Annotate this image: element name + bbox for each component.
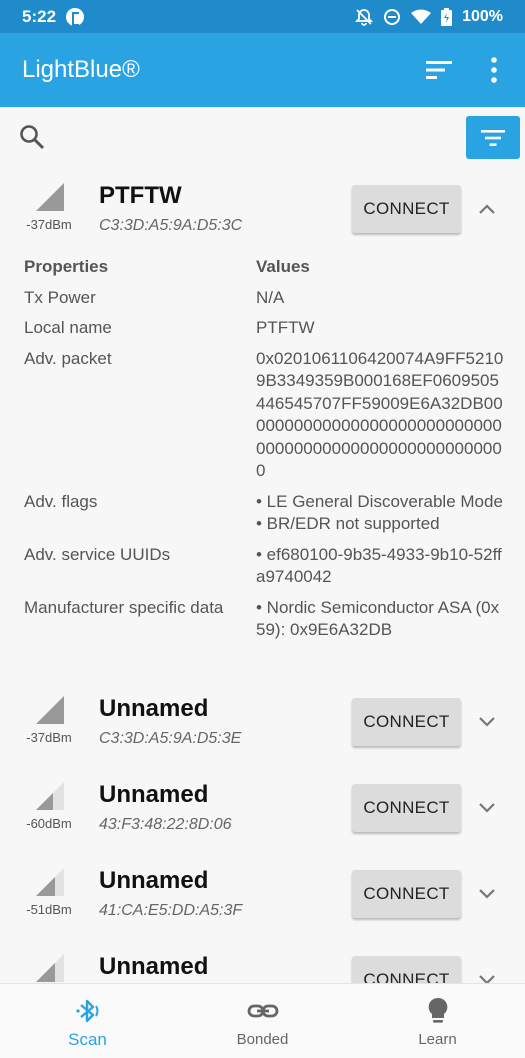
nav-scan-label: Scan <box>68 1030 107 1049</box>
device-name: Unnamed <box>99 695 209 722</box>
nav-learn[interactable]: Learn <box>350 984 525 1058</box>
property-value: N/A <box>256 287 285 307</box>
dnd-bell-off-icon <box>355 8 374 26</box>
more-options-icon[interactable] <box>482 55 506 85</box>
bottom-navigation: Scan Bonded Learn <box>0 983 525 1058</box>
device-name: PTFTW <box>99 182 182 209</box>
property-key: Local name <box>24 318 112 337</box>
property-value: PTFTW <box>256 318 315 337</box>
battery-icon <box>441 7 453 26</box>
search-row <box>0 107 525 169</box>
notification-app-icon <box>66 7 85 26</box>
connect-button[interactable]: CONNECT <box>352 698 461 746</box>
device-name: Unnamed <box>99 953 209 980</box>
nav-learn-label: Learn <box>418 1031 457 1048</box>
chevron-down-icon[interactable] <box>477 973 497 983</box>
property-key: Adv. flags <box>24 491 98 511</box>
property-row-service-uuids: Adv. service UUIDs • ef680100-9b35-4933-… <box>24 544 514 589</box>
property-row-tx-power: Tx Power N/A <box>24 287 514 310</box>
property-value: • ef680100-9b35-4933-9b10-52ffa9740042 <box>256 544 502 587</box>
app-bar: LightBlue® <box>0 33 525 107</box>
wifi-icon <box>411 9 432 24</box>
device-card: Unnamed CONNECT <box>0 940 525 983</box>
device-card: -51dBm Unnamed 41:CA:E5:DD:A5:3F CONNECT <box>0 854 525 940</box>
nav-scan[interactable]: Scan <box>0 984 175 1058</box>
nav-bonded[interactable]: Bonded <box>175 984 350 1058</box>
property-row-local-name: Local name PTFTW <box>24 317 514 340</box>
status-time: 5:22 <box>22 6 57 26</box>
dnd-minus-circle-icon <box>384 8 401 25</box>
property-key: Adv. packet <box>24 348 112 368</box>
connect-button[interactable]: CONNECT <box>352 870 461 918</box>
device-card: -60dBm Unnamed 43:F3:48:22:8D:06 CONNECT <box>0 768 525 854</box>
device-name: Unnamed <box>99 867 209 894</box>
status-icons: 100% <box>355 7 503 26</box>
signal-strength-icon <box>36 183 64 211</box>
app-title: LightBlue® <box>22 56 140 83</box>
property-value: • Nordic Semiconductor ASA (0x59): 0x9E6… <box>256 597 500 640</box>
property-row-adv-packet: Adv. packet 0x0201061106420074A9FF52109B… <box>24 348 514 483</box>
device-address: 41:CA:E5:DD:A5:3F <box>99 902 243 919</box>
properties-header: Properties Values <box>24 256 514 279</box>
link-icon <box>247 1004 278 1018</box>
chevron-down-icon[interactable] <box>477 887 497 901</box>
signal-strength-icon <box>36 954 64 982</box>
connect-button[interactable]: CONNECT <box>352 956 461 983</box>
signal-strength-icon <box>36 868 64 896</box>
property-key: Adv. service UUIDs <box>24 544 171 564</box>
property-key: Manufacturer specific data <box>24 597 224 617</box>
property-row-adv-flags: Adv. flags • LE General Discoverable Mod… <box>24 491 514 536</box>
search-icon[interactable] <box>18 123 46 151</box>
status-bar: 5:22 100% <box>0 0 525 33</box>
property-value: • LE General Discoverable Mode <box>256 491 503 511</box>
chevron-down-icon[interactable] <box>477 715 497 729</box>
properties-header-value: Values <box>256 257 310 276</box>
bluetooth-searching-icon <box>75 999 98 1023</box>
device-card: -37dBm Unnamed C3:3D:A5:9A:D5:3E CONNECT <box>0 682 525 768</box>
property-value: 0x0201061106420074A9FF52109B3349359B0001… <box>256 348 504 481</box>
device-address: 43:F3:48:22:8D:06 <box>99 816 232 833</box>
device-address: C3:3D:A5:9A:D5:3C <box>99 217 243 234</box>
rssi-value: -37dBm <box>26 730 72 745</box>
property-key: Tx Power <box>24 287 96 307</box>
device-address: C3:3D:A5:9A:D5:3E <box>99 730 242 747</box>
signal-strength-icon <box>36 696 64 724</box>
connect-button[interactable]: CONNECT <box>352 784 461 832</box>
property-value: • BR/EDR not supported <box>256 514 440 533</box>
lightbulb-icon <box>428 997 447 1023</box>
nav-bonded-label: Bonded <box>236 1031 289 1048</box>
signal-strength-icon <box>36 782 64 810</box>
filter-button[interactable] <box>466 116 520 159</box>
chevron-down-icon[interactable] <box>477 801 497 815</box>
battery-percent: 100% <box>462 7 503 25</box>
property-value-list: • LE General Discoverable Mode • BR/EDR … <box>256 491 506 536</box>
rssi-value: -37dBm <box>26 217 72 232</box>
property-row-manufacturer-data: Manufacturer specific data • Nordic Semi… <box>24 597 514 642</box>
filter-icon <box>481 129 505 146</box>
properties-table: Properties Values Tx Power N/A Local nam… <box>24 256 514 650</box>
properties-header-key: Properties <box>24 257 109 276</box>
rssi-value: -51dBm <box>26 902 72 917</box>
rssi-value: -60dBm <box>26 816 72 831</box>
sort-icon[interactable] <box>424 58 454 82</box>
connect-button[interactable]: CONNECT <box>352 185 461 233</box>
chevron-up-icon[interactable] <box>477 202 497 216</box>
device-name: Unnamed <box>99 781 209 808</box>
